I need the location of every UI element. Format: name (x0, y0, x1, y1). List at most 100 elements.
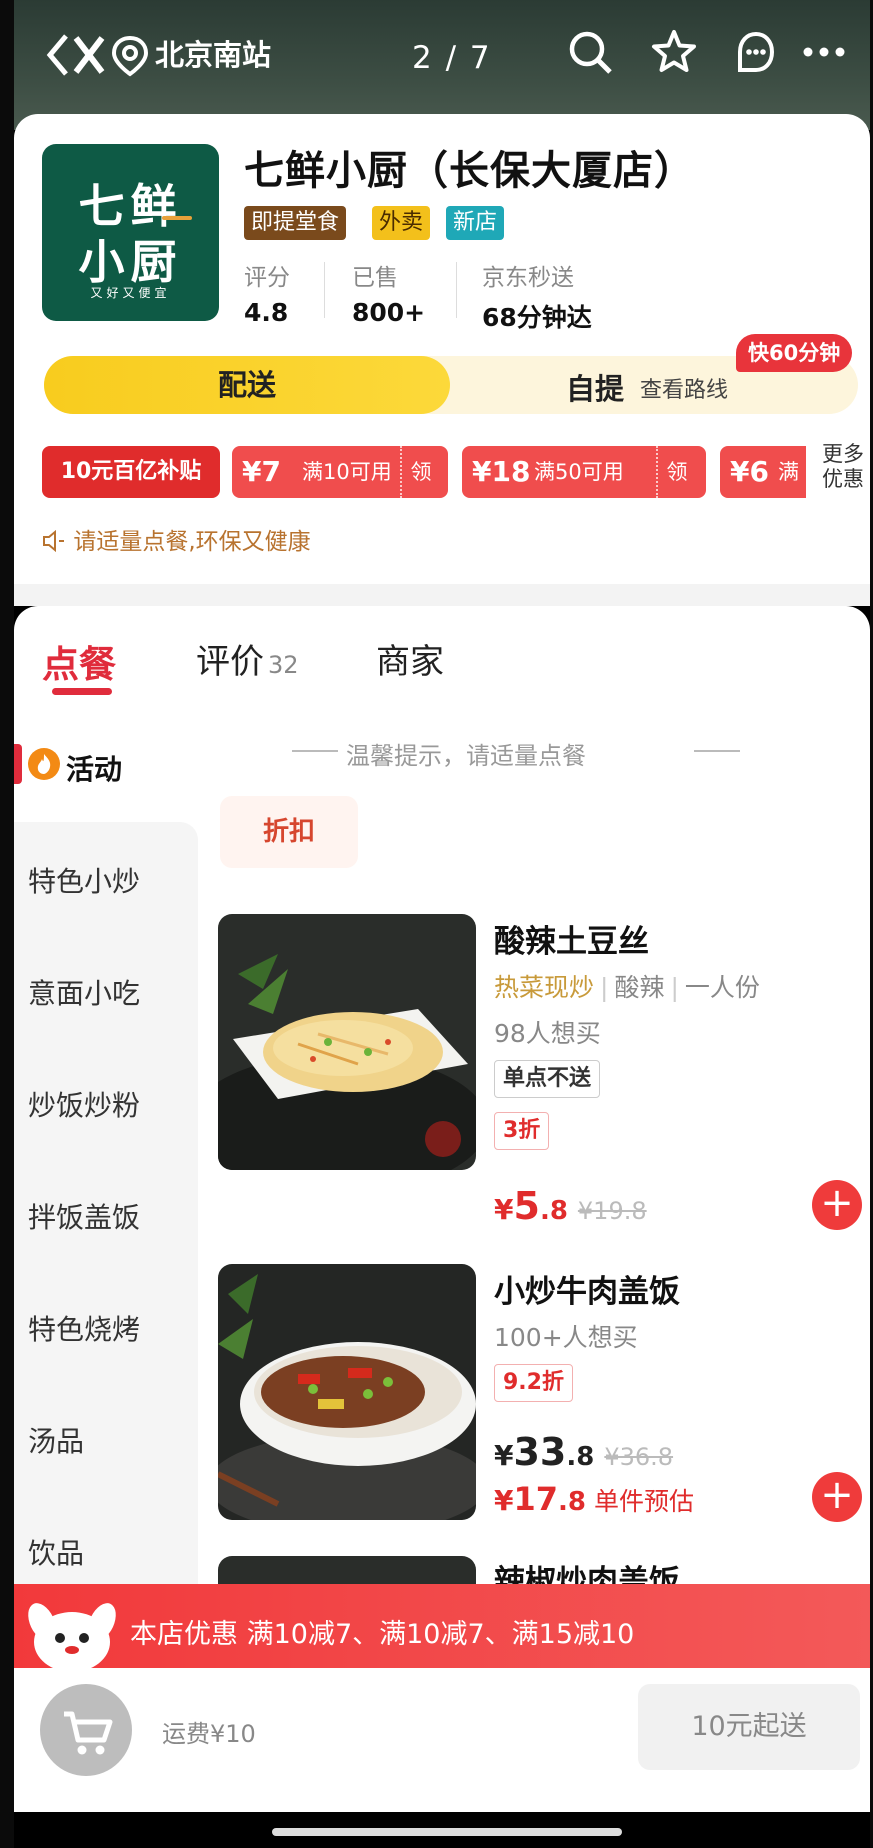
estimate-label: 单件预估 (593, 1487, 694, 1516)
customer-service-icon[interactable] (732, 28, 780, 76)
sidebar-item-fried-rice[interactable]: 炒饭炒粉 (28, 1084, 140, 1124)
tag-delivery: 外卖 (372, 206, 431, 240)
sidebar-item-pasta-snacks[interactable]: 意面小吃 (28, 972, 140, 1012)
dish-price: ¥5.8 ¥19.8 (494, 1184, 647, 1228)
currency-symbol: ¥ (494, 1484, 514, 1517)
add-to-cart-button[interactable]: + (812, 1180, 862, 1230)
tab-merchant[interactable]: 商家 (376, 634, 444, 683)
add-to-cart-button[interactable]: + (812, 1472, 862, 1522)
cart-button[interactable] (40, 1684, 132, 1776)
eco-notice: 请适量点餐,环保又健康 (42, 522, 311, 556)
speaker-icon (43, 529, 64, 553)
dish-image-potato[interactable] (218, 914, 476, 1170)
rating-label: 评分 (244, 265, 290, 291)
home-indicator[interactable] (272, 1828, 622, 1836)
discount-tag: 3折 (494, 1112, 550, 1150)
sidebar-item-soup[interactable]: 汤品 (28, 1420, 84, 1460)
discount-filter-chip[interactable]: 折扣 (220, 796, 358, 868)
logo-slogan: 又好又便宜 (90, 286, 171, 300)
tab-reviews-label: 评价 (196, 642, 264, 682)
fire-icon (28, 748, 60, 780)
store-logo: 七鲜 小厨 又好又便宜 (42, 144, 219, 321)
minimum-order-button[interactable]: 10元起送 (638, 1684, 860, 1770)
logo-accent (162, 216, 192, 220)
notice-text: 请适量点餐,环保又健康 (73, 529, 311, 555)
tag-pickup-dinein: 即提堂食 (244, 206, 347, 240)
separator: | (600, 973, 609, 1002)
dish-image-pepper-pork[interactable] (218, 1556, 476, 1586)
dish-portion: 一人份 (684, 973, 760, 1002)
claim-button[interactable]: 领 (656, 446, 696, 498)
store-name: 七鲜小厨（长保大厦店） (244, 148, 695, 194)
discount-tag: 9.2折 (494, 1364, 573, 1402)
hint-line-left (292, 750, 338, 752)
price-decimal: .8 (566, 1442, 595, 1472)
currency-symbol: ¥ (494, 1193, 514, 1226)
price-decimal: .8 (539, 1196, 568, 1226)
claim-button[interactable]: 领 (400, 446, 440, 498)
wants-count: 98人想买 (494, 1019, 601, 1048)
store-promo-text[interactable]: 本店优惠 满10减7、满10减7、满15减10 (130, 1612, 634, 1651)
coupon-condition: 满3 (778, 460, 799, 484)
logo-line-2: 小厨 (78, 235, 183, 289)
search-icon[interactable] (566, 28, 614, 76)
original-price: ¥19.8 (577, 1197, 647, 1225)
dish-hot-tag: 热菜现炒 (494, 973, 595, 1002)
image-pager: 2 / 7 (412, 40, 492, 76)
coupon-amount: ¥6 (730, 455, 769, 488)
price-integer: 17 (513, 1480, 559, 1518)
location-pin-icon (111, 35, 149, 77)
shopping-cart-icon (64, 1711, 113, 1755)
price-decimal: .8 (558, 1487, 586, 1517)
tab-underline (52, 688, 112, 695)
tag-new-store: 新店 (446, 206, 505, 240)
wants-count: 100+人想买 (494, 1323, 638, 1352)
dish-flavor: 酸辣 (614, 973, 665, 1002)
coupon-6[interactable]: ¥6 满3 (720, 446, 806, 498)
divider (456, 262, 457, 318)
original-price: ¥36.8 (604, 1443, 674, 1471)
delivery-time: 68分钟达 (482, 303, 592, 332)
coupon-amount: ¥7 (242, 455, 281, 488)
tab-order[interactable]: 点餐 (42, 634, 116, 688)
review-count: 32 (268, 651, 299, 679)
more-menu-icon[interactable] (800, 28, 848, 76)
sidebar-item-stir-fry[interactable]: 特色小炒 (28, 860, 140, 900)
pickup-mode-button[interactable]: 自提 (566, 366, 624, 408)
delivery-fee: 运费¥10 (162, 1720, 256, 1748)
price-integer: 5 (513, 1184, 540, 1228)
sold-label: 已售 (352, 265, 398, 291)
sidebar-item-drinks[interactable]: 饮品 (28, 1532, 84, 1572)
sidebar-active-marker (14, 744, 22, 784)
sidebar-item-bbq[interactable]: 特色烧烤 (28, 1308, 140, 1348)
section-gap (14, 584, 870, 606)
sold-value: 800+ (352, 298, 426, 327)
sidebar-item-activity[interactable]: 活动 (66, 748, 122, 788)
dish-name[interactable]: 酸辣土豆丝 (494, 916, 649, 961)
coupon-18[interactable]: ¥18 满50可用 领 (462, 446, 706, 498)
dish-image-beef-rice[interactable] (218, 1264, 476, 1520)
delivery-mode-button[interactable]: 配送 (44, 356, 450, 414)
hint-line-right (694, 750, 740, 752)
rating-value: 4.8 (244, 298, 289, 327)
coupon-condition: 满50可用 (534, 460, 624, 484)
favorite-star-icon[interactable] (650, 28, 698, 76)
coupon-7[interactable]: ¥7 满10可用 领 (232, 446, 448, 498)
dish-name[interactable]: 辣椒炒肉盖饭 (494, 1556, 680, 1584)
coupon-amount: ¥18 (472, 455, 531, 488)
dish-attributes: 热菜现炒 | 酸辣 | 一人份 (494, 968, 760, 1004)
price-integer: 33 (513, 1430, 567, 1474)
fast-delivery-badge: 快60分钟 (736, 334, 853, 372)
joy-mascot-icon (28, 1603, 116, 1672)
sidebar-item-rice-bowls[interactable]: 拌饭盖饭 (28, 1196, 140, 1236)
view-route-link[interactable]: 查看路线 (640, 372, 728, 404)
tip-text: 温馨提示，请适量点餐 (346, 742, 586, 770)
dish-price: ¥33.8 ¥36.8 (494, 1430, 673, 1474)
location-label[interactable]: 北京南站 (155, 32, 271, 74)
dish-name[interactable]: 小炒牛肉盖饭 (494, 1266, 680, 1311)
subsidy-coupon[interactable]: 10元百亿补贴 (42, 446, 220, 498)
separator: | (670, 973, 679, 1002)
more-perks-link[interactable]: 更多优惠 (822, 442, 866, 492)
tab-reviews[interactable]: 评价 32 (196, 634, 299, 683)
currency-symbol: ¥ (494, 1439, 514, 1472)
